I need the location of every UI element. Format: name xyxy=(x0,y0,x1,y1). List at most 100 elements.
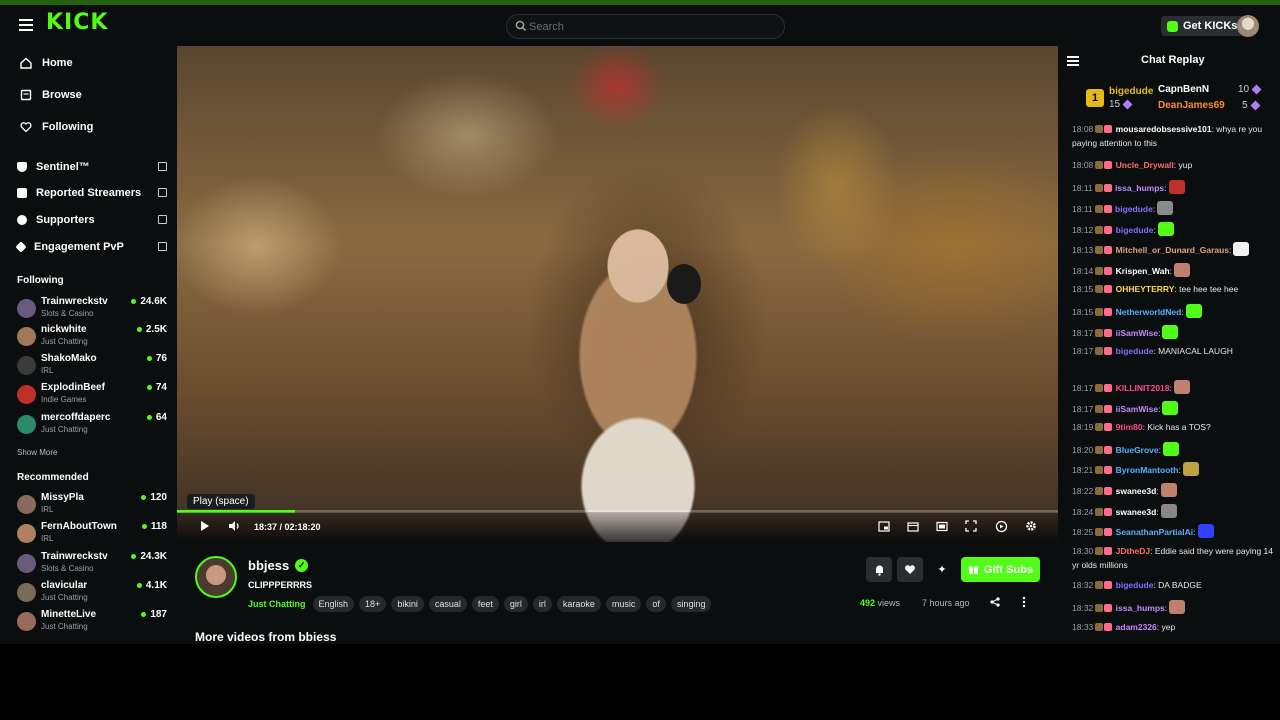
chat-username[interactable]: bigedude xyxy=(1116,580,1154,590)
sidebar-item-browse[interactable]: Browse xyxy=(20,86,82,104)
chat-username[interactable]: bigedude xyxy=(1116,225,1154,235)
leaderboard-entry[interactable]: bigedude xyxy=(1109,86,1153,97)
chat-timestamp: 18:13 xyxy=(1072,245,1094,255)
channel-item[interactable]: clavicular Just Chatting 4.1K xyxy=(17,580,167,606)
chat-username[interactable]: Uncle_Drywall xyxy=(1116,160,1174,170)
tag[interactable]: bikini xyxy=(391,596,424,612)
tag[interactable]: casual xyxy=(428,596,467,612)
chat-username[interactable]: bigedude xyxy=(1116,346,1154,356)
channel-item[interactable]: mercoffdaperc Just Chatting 64 xyxy=(17,412,167,438)
sidebar-item-sentinel[interactable]: Sentinel™ xyxy=(17,159,167,175)
channel-avatar xyxy=(17,385,36,404)
chat-username[interactable]: ByronMantooth xyxy=(1116,465,1179,475)
avatar[interactable] xyxy=(1237,15,1259,37)
leaderboard-entry[interactable]: CapnBenN xyxy=(1158,84,1209,95)
chat-username[interactable]: 9tim80 xyxy=(1116,422,1143,432)
tag[interactable]: 18+ xyxy=(359,596,387,612)
kick-logo[interactable]: KICK xyxy=(46,10,108,35)
channel-name: ExplodinBeef xyxy=(41,382,105,393)
sidebar-item-home[interactable]: Home xyxy=(20,54,73,72)
pip-button[interactable] xyxy=(877,519,891,533)
sparkle-button[interactable]: ✦ xyxy=(929,557,955,582)
chat-username[interactable]: BlueGrove xyxy=(1116,445,1159,455)
chat-username[interactable]: iiSamWise xyxy=(1116,328,1158,338)
follow-button[interactable] xyxy=(897,557,923,582)
channel-item[interactable]: Trainwreckstv Slots & Casino 24.6K xyxy=(17,296,167,322)
menu-icon[interactable] xyxy=(19,19,33,31)
chat-username[interactable]: iiSamWise xyxy=(1116,404,1158,414)
channel-item[interactable]: FernAboutTown IRL 118 xyxy=(17,521,167,547)
chat-username[interactable]: Mitchell_or_Dunard_Garaus xyxy=(1116,245,1229,255)
sidebar-item-reported-streamers[interactable]: Reported Streamers xyxy=(17,185,167,201)
theater-button[interactable] xyxy=(935,519,949,533)
channel-category: Slots & Casino xyxy=(41,309,94,318)
video-frame xyxy=(533,156,743,542)
chat-message: 18:33 adam2326: yep xyxy=(1072,621,1274,635)
channel-item[interactable]: ExplodinBeef Indie Games 74 xyxy=(17,382,167,408)
channel-item[interactable]: MissyPla IRL 120 xyxy=(17,492,167,518)
sidebar-item-label: Reported Streamers xyxy=(36,187,142,199)
tag[interactable]: feet xyxy=(471,596,499,612)
chat-username[interactable]: Krispen_Wah xyxy=(1116,266,1170,276)
chat-message: 18:17 iiSamWise: xyxy=(1072,325,1274,341)
sidebar-item-label: Engagement PvP xyxy=(34,241,124,253)
collapse-chat-icon[interactable] xyxy=(1067,56,1079,66)
chat-message: 18:15 NetherworldNed: xyxy=(1072,304,1274,320)
tag[interactable]: English xyxy=(312,596,355,612)
chat-username[interactable]: bigedude xyxy=(1115,204,1153,214)
chat-username[interactable]: issa_humps xyxy=(1116,603,1165,613)
chat-username[interactable]: OHHEYTERRY xyxy=(1116,284,1175,294)
channel-item[interactable]: ShakoMako IRL 76 xyxy=(17,353,167,379)
tag[interactable]: karaoke xyxy=(556,596,601,612)
sidebar-item-following[interactable]: Following xyxy=(20,118,93,136)
channel-item[interactable]: Trainwreckstv Slots & Casino 24.3K xyxy=(17,551,167,577)
chat-title: Chat Replay xyxy=(1141,54,1205,66)
chat-message: 18:15 OHHEYTERRY: tee hee tee hee xyxy=(1072,283,1274,297)
chat-username[interactable]: KILLINIT2018 xyxy=(1116,383,1170,393)
badge-icon xyxy=(1095,226,1104,234)
sidebar-item-supporters[interactable]: Supporters xyxy=(17,212,167,228)
leaderboard-name: bigedude xyxy=(1109,86,1154,97)
search-input[interactable] xyxy=(529,18,769,36)
fullscreen-button[interactable] xyxy=(964,519,978,533)
chat-username[interactable]: mousaredobsessive101 xyxy=(1116,124,1212,134)
video-title: CLIPPPERRRS xyxy=(248,580,313,590)
speed-button[interactable] xyxy=(994,519,1008,533)
tag[interactable]: music xyxy=(605,596,642,612)
channel-avatar[interactable] xyxy=(195,556,237,598)
notification-button[interactable] xyxy=(866,557,892,582)
channel-name[interactable]: bbjess xyxy=(248,558,289,573)
chat-username[interactable]: JDtheDJ xyxy=(1116,546,1150,556)
clip-button[interactable] xyxy=(906,519,920,533)
channel-name: mercoffdaperc xyxy=(41,412,111,423)
get-kicks-button[interactable]: Get KICKs xyxy=(1161,16,1246,36)
chat-username[interactable]: SeanathanPartialAi xyxy=(1116,527,1193,537)
tag[interactable]: girl xyxy=(503,596,528,612)
chat-username[interactable]: NetherworldNed xyxy=(1116,307,1182,317)
chat-username[interactable]: adam2326 xyxy=(1116,622,1157,632)
leaderboard-count-value: 10 xyxy=(1238,84,1250,95)
gift-subs-button[interactable]: Gift Subs xyxy=(961,557,1040,582)
sidebar-item-engagement-pvp[interactable]: Engagement PvP xyxy=(15,239,167,255)
chat-username[interactable]: swanee3d xyxy=(1116,486,1157,496)
video-player[interactable] xyxy=(177,46,1058,542)
volume-button[interactable] xyxy=(227,519,241,533)
show-more-link[interactable]: Show More xyxy=(17,448,57,457)
category-link[interactable]: Just Chatting xyxy=(248,599,306,609)
leaderboard-entry[interactable]: DeanJames69 xyxy=(1158,100,1225,111)
chat-username[interactable]: issa_humps xyxy=(1115,183,1164,193)
chat-username[interactable]: swanee3d xyxy=(1116,507,1157,517)
play-button[interactable] xyxy=(198,519,212,533)
share-button[interactable] xyxy=(990,597,1000,610)
search-box[interactable] xyxy=(506,14,785,39)
tag[interactable]: of xyxy=(646,596,666,612)
channel-name: FernAboutTown xyxy=(41,521,117,532)
channel-item[interactable]: nickwhite Just Chatting 2.5K xyxy=(17,324,167,350)
tag[interactable]: irl xyxy=(532,596,552,612)
channel-item[interactable]: MinetteLive Just Chatting 187 xyxy=(17,609,167,635)
tag[interactable]: singing xyxy=(670,596,712,612)
sidebar-item-label: Following xyxy=(42,121,94,133)
channel-category: Indie Games xyxy=(41,395,87,404)
more-options-button[interactable] xyxy=(1022,596,1026,611)
settings-button[interactable] xyxy=(1024,519,1038,533)
